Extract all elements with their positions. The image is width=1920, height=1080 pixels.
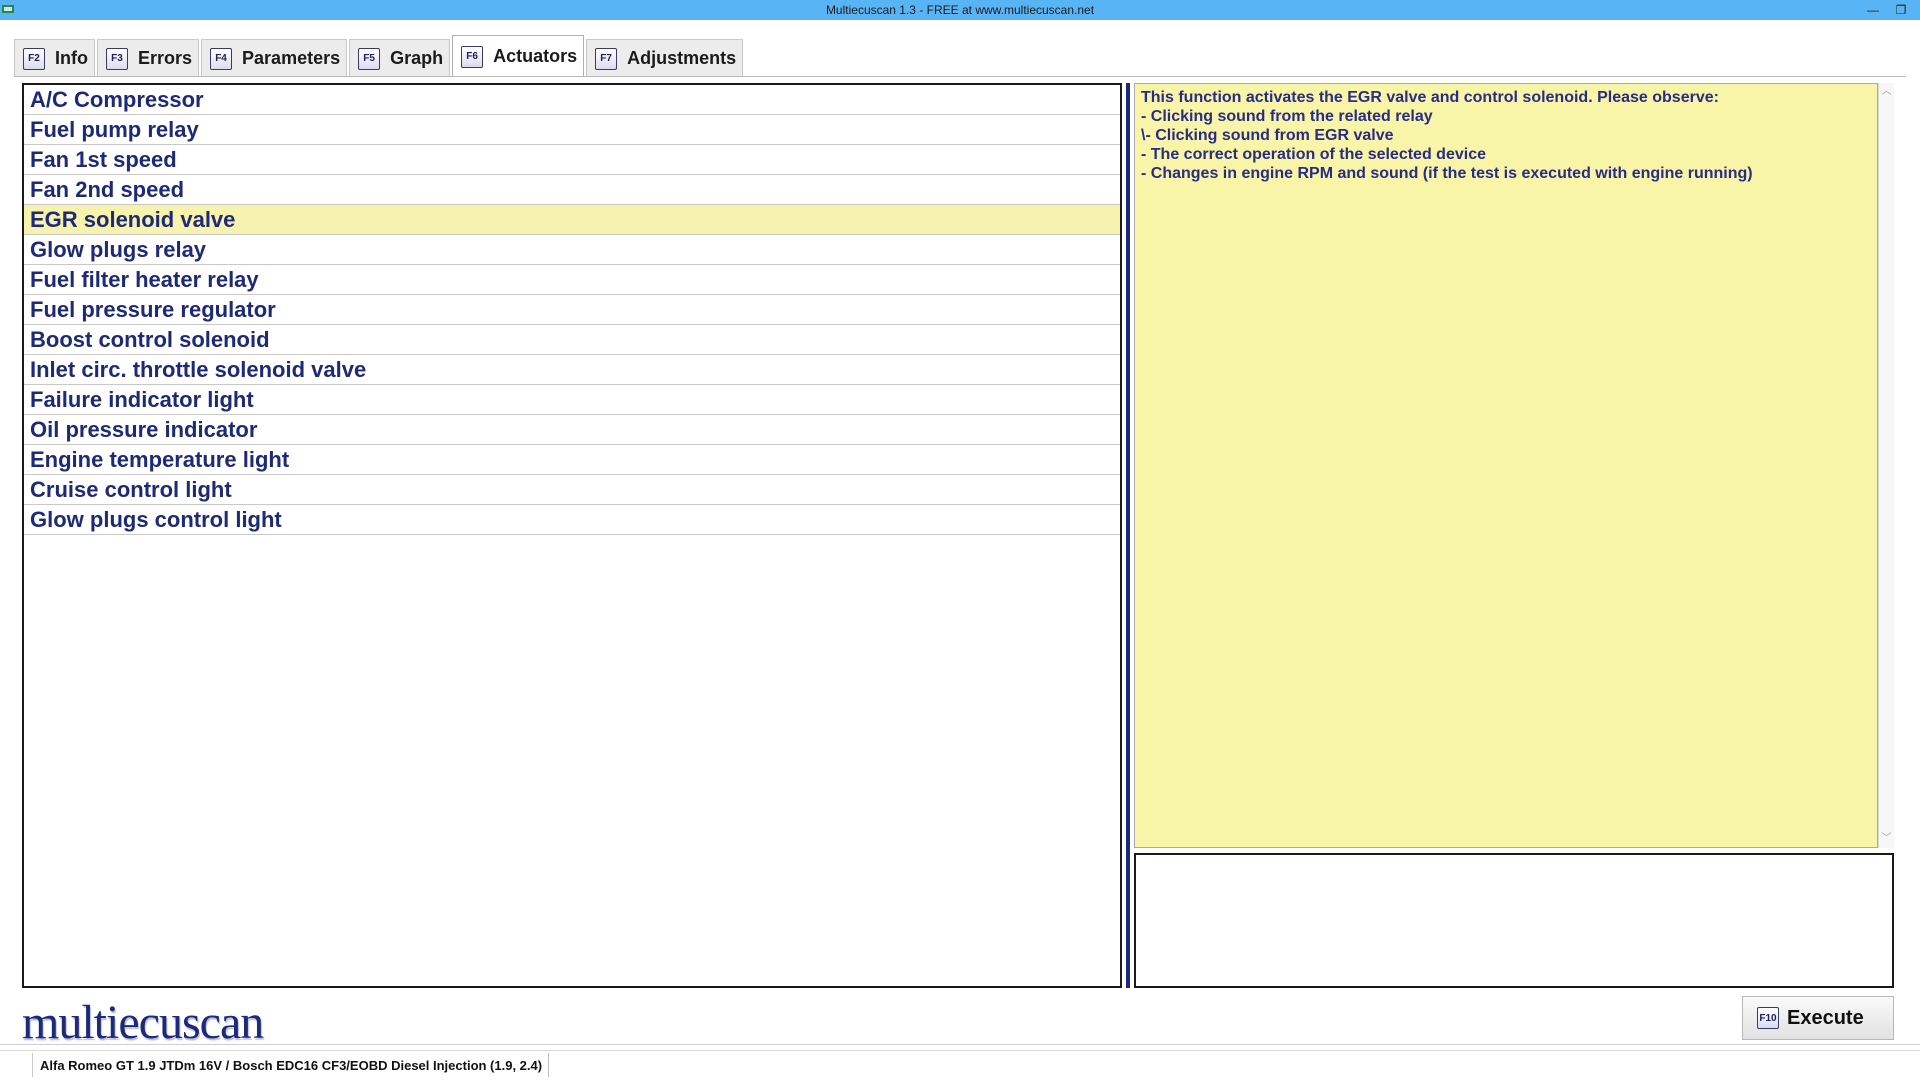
f10-key-icon: F10 [1757,1007,1779,1029]
f2-key-icon: F2 [23,47,45,70]
description-scrollbar[interactable]: ︿ ﹀ [1878,83,1894,848]
bottom-divider [0,1044,1920,1045]
tab-graph[interactable]: F5 Graph [349,39,451,77]
f4-key-icon: F4 [210,47,233,70]
description-line: \- Clicking sound from EGR valve [1141,127,1394,144]
tab-parameters[interactable]: F4 Parameters [201,39,348,77]
description-line: This function activates the EGR valve an… [1141,89,1719,106]
list-item[interactable]: Failure indicator light [24,385,1120,415]
description-line: - Changes in engine RPM and sound (if th… [1141,165,1753,182]
output-panel [1134,853,1894,988]
scroll-up-icon[interactable]: ︿ [1879,85,1894,99]
vehicle-status: Alfa Romeo GT 1.9 JTDm 16V / Bosch EDC16… [34,1053,550,1077]
tab-divider [14,76,1906,77]
list-item[interactable]: Boost control solenoid [24,325,1120,355]
list-item[interactable]: Oil pressure indicator [24,415,1120,445]
list-item[interactable]: A/C Compressor [24,85,1120,115]
list-item[interactable]: Fuel filter heater relay [24,265,1120,295]
description-line: - Clicking sound from the related relay [1141,108,1433,125]
title-bar: Multiecuscan 1.3 - FREE at www.multiecus… [0,0,1920,20]
tab-label: Info [55,48,88,68]
list-item[interactable]: Fuel pressure regulator [24,295,1120,325]
tab-label: Actuators [493,46,578,66]
tab-label: Graph [390,48,444,68]
list-item[interactable]: Glow plugs relay [24,235,1120,265]
list-item[interactable]: Fuel pump relay [24,115,1120,145]
window-controls: — ❐ [1864,0,1910,20]
list-item-selected[interactable]: EGR solenoid valve [24,205,1120,235]
tab-label: Adjustments [627,48,737,68]
window-title: Multiecuscan 1.3 - FREE at www.multiecus… [825,3,1095,17]
restore-button[interactable]: ❐ [1892,3,1910,17]
list-item[interactable]: Glow plugs control light [24,505,1120,535]
description-panel: This function activates the EGR valve an… [1134,83,1878,848]
execute-button[interactable]: F10 Execute [1742,996,1894,1040]
description-line: - The correct operation of the selected … [1141,146,1486,163]
list-item[interactable]: Inlet circ. throttle solenoid valve [24,355,1120,385]
app-icon[interactable] [2,3,16,15]
f7-key-icon: F7 [595,47,618,70]
list-item[interactable]: Cruise control light [24,475,1120,505]
actuator-list[interactable]: A/C Compressor Fuel pump relay Fan 1st s… [22,83,1122,988]
tab-actuators[interactable]: F6 Actuators [452,35,585,77]
tab-errors[interactable]: F3 Errors [97,39,200,77]
status-indicator [0,1053,33,1077]
status-bar: Alfa Romeo GT 1.9 JTDm 16V / Bosch EDC16… [0,1050,1920,1080]
panel-splitter[interactable] [1126,83,1130,988]
f5-key-icon: F5 [358,47,381,70]
tab-label: Parameters [242,48,341,68]
list-item[interactable]: Engine temperature light [24,445,1120,475]
scroll-down-icon[interactable]: ﹀ [1879,832,1894,846]
list-item[interactable]: Fan 2nd speed [24,175,1120,205]
list-item[interactable]: Fan 1st speed [24,145,1120,175]
tab-bar: F2 Info F3 Errors F4 Parameters F5 Graph… [14,35,745,77]
f3-key-icon: F3 [106,47,128,70]
minimize-button[interactable]: — [1864,3,1882,17]
execute-label: Execute [1787,1006,1864,1029]
tab-label: Errors [138,48,193,68]
tab-adjustments[interactable]: F7 Adjustments [586,39,744,77]
multiecuscan-logo: multiecuscan [22,996,264,1049]
tab-info[interactable]: F2 Info [14,39,95,77]
f6-key-icon: F6 [461,45,484,68]
